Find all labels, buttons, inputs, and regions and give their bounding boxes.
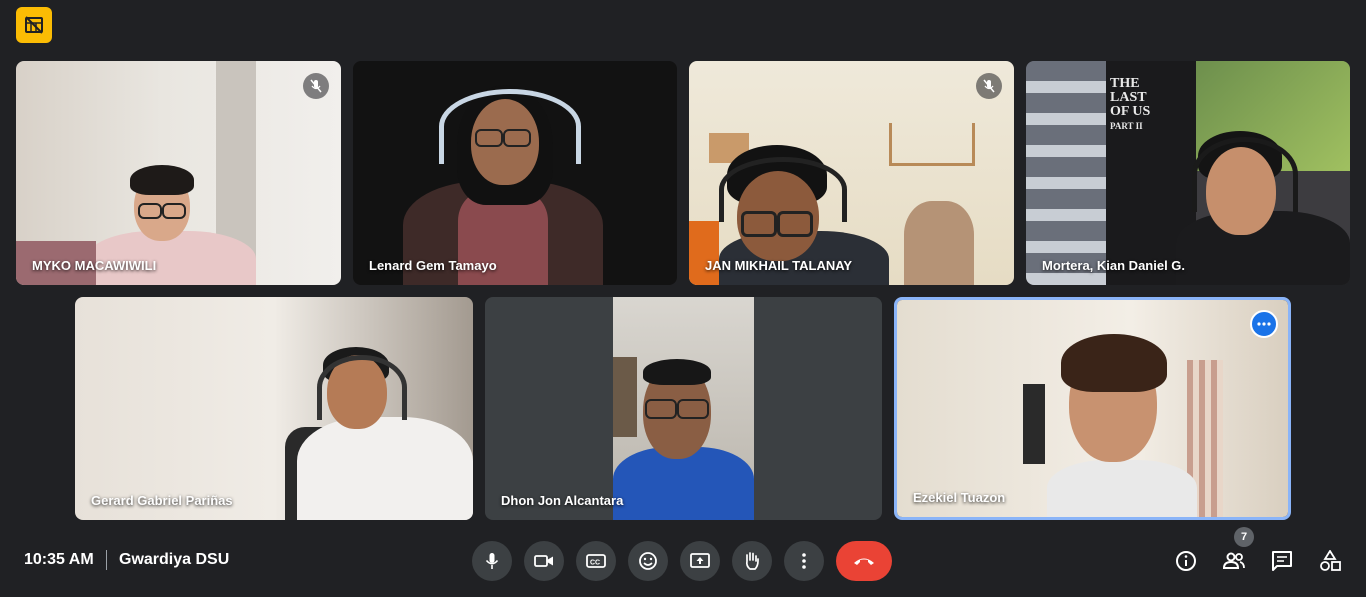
more-horiz-icon bbox=[1257, 322, 1271, 326]
mic-button[interactable] bbox=[472, 541, 512, 581]
captions-button[interactable]: CC bbox=[576, 541, 616, 581]
poster-line: OF US bbox=[1110, 104, 1151, 119]
participant-name: Ezekiel Tuazon bbox=[913, 490, 1006, 505]
video-feed bbox=[16, 61, 341, 285]
video-tile-dhon[interactable]: Dhon Jon Alcantara bbox=[485, 297, 882, 520]
raise-hand-button[interactable] bbox=[732, 541, 772, 581]
meeting-details-button[interactable] bbox=[1170, 545, 1202, 577]
camera-button[interactable] bbox=[524, 541, 564, 581]
poster: THE LAST OF US PART II bbox=[1110, 77, 1172, 133]
video-tile-myko[interactable]: MYKO MACAWIWILI bbox=[16, 61, 341, 285]
people-count-badge: 7 bbox=[1234, 527, 1254, 547]
captions-icon: CC bbox=[586, 554, 606, 568]
svg-text:CC: CC bbox=[590, 560, 600, 567]
participant-name: Dhon Jon Alcantara bbox=[501, 493, 624, 508]
muted-mic-icon bbox=[976, 73, 1002, 99]
end-call-icon bbox=[854, 558, 874, 565]
video-tile-mortera[interactable]: THE LAST OF US PART II Mortera, Kian Dan… bbox=[1026, 61, 1350, 285]
video-feed bbox=[613, 297, 754, 520]
muted-mic-icon bbox=[303, 73, 329, 99]
meeting-time: 10:35 AM bbox=[24, 551, 94, 568]
poster-line: THE bbox=[1110, 76, 1140, 91]
raise-hand-icon bbox=[745, 552, 759, 570]
activities-button[interactable] bbox=[1314, 545, 1346, 577]
present-button[interactable] bbox=[680, 541, 720, 581]
meeting-title: Gwardiya DSU bbox=[119, 551, 230, 568]
info-icon bbox=[1176, 551, 1196, 571]
present-icon bbox=[690, 553, 710, 568]
people-icon bbox=[1222, 552, 1245, 569]
video-feed bbox=[689, 61, 1014, 285]
video-feed: THE LAST OF US PART II bbox=[1026, 61, 1350, 285]
participant-name: JAN MIKHAIL TALANAY bbox=[705, 258, 853, 273]
emoji-icon bbox=[639, 552, 657, 570]
people-button[interactable] bbox=[1218, 545, 1250, 577]
camera-icon bbox=[534, 555, 553, 567]
video-tile-lenard[interactable]: Lenard Gem Tamayo bbox=[353, 61, 677, 285]
participant-name: MYKO MACAWIWILI bbox=[32, 258, 157, 273]
tile-options-button[interactable] bbox=[1250, 310, 1278, 338]
video-tile-ezekiel[interactable]: Ezekiel Tuazon bbox=[894, 297, 1291, 520]
participant-name: Gerard Gabriel Pariñas bbox=[91, 493, 233, 508]
host-controls-icon[interactable] bbox=[16, 7, 52, 43]
video-tile-jan[interactable]: JAN MIKHAIL TALANAY bbox=[689, 61, 1014, 285]
poster-line: PART II bbox=[1110, 121, 1143, 131]
video-tile-gerard[interactable]: Gerard Gabriel Pariñas bbox=[75, 297, 473, 520]
participant-name: Mortera, Kian Daniel G. bbox=[1042, 258, 1186, 273]
divider bbox=[106, 550, 107, 570]
poster-line: LAST bbox=[1110, 90, 1147, 105]
more-options-button[interactable] bbox=[784, 541, 824, 581]
participant-name: Lenard Gem Tamayo bbox=[369, 258, 497, 273]
mic-icon bbox=[485, 553, 499, 569]
end-call-button[interactable] bbox=[836, 541, 892, 581]
chat-icon bbox=[1272, 551, 1292, 571]
activities-icon bbox=[1320, 550, 1341, 571]
reactions-button[interactable] bbox=[628, 541, 668, 581]
chat-button[interactable] bbox=[1266, 545, 1298, 577]
video-feed bbox=[897, 300, 1288, 517]
video-feed bbox=[75, 297, 473, 520]
more-options-icon bbox=[802, 553, 806, 569]
video-feed bbox=[353, 61, 677, 285]
film-off-icon bbox=[25, 16, 43, 34]
